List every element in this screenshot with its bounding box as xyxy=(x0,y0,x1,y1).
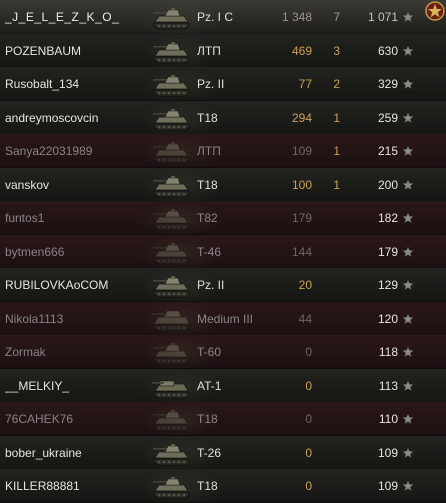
player-name: KILLER88881 xyxy=(5,479,80,493)
player-name: Sanya22031989 xyxy=(5,144,93,158)
star-icon xyxy=(402,279,414,291)
light-tank-icon xyxy=(153,142,190,164)
damage-value: 0 xyxy=(305,445,312,460)
player-row[interactable]: KILLER88881 T18 0 109 xyxy=(0,469,446,503)
player-row[interactable]: andreymoscovcin T18 294 1 259 xyxy=(0,100,446,135)
player-row[interactable]: vanskov T18 100 1 200 xyxy=(0,167,446,202)
player-row[interactable]: Rusobalt_134 Pz. II 77 2 329 xyxy=(0,67,446,101)
player-name: Nikola1113 xyxy=(5,311,64,326)
star-icon xyxy=(402,346,414,358)
player-name: __MELKIY_ xyxy=(5,378,70,393)
star-icon xyxy=(402,446,414,458)
experience-value: 329 xyxy=(377,77,398,91)
kills-value: 1 xyxy=(333,110,340,125)
player-name: RUBILOVKAoCOM xyxy=(5,278,109,292)
experience-value: 110 xyxy=(378,412,398,426)
damage-value: 0 xyxy=(305,345,312,359)
kills-value: 7 xyxy=(333,10,340,24)
light-tank-icon xyxy=(153,8,190,30)
at-tank-icon xyxy=(152,380,190,398)
damage-value: 0 xyxy=(305,479,312,493)
player-name: andreymoscovcin xyxy=(5,110,99,125)
experience-value: 113 xyxy=(378,378,398,393)
experience-value: 182 xyxy=(377,211,398,225)
light-tank-icon xyxy=(153,41,190,63)
player-row[interactable]: Zormak T-60 0 118 xyxy=(0,335,446,369)
player-name: vanskov xyxy=(5,177,50,192)
player-row[interactable]: 76CAHEK76 T18 0 110 xyxy=(0,402,446,436)
star-icon xyxy=(402,178,414,190)
light-tank-icon xyxy=(153,443,190,465)
star-icon xyxy=(402,480,414,492)
experience-value: 118 xyxy=(378,345,398,359)
experience-value: 1 071 xyxy=(367,10,398,24)
experience-value: 109 xyxy=(377,479,398,493)
damage-value: 0 xyxy=(305,412,312,426)
player-name: POZENBAUM xyxy=(5,43,82,58)
light-tank-icon xyxy=(153,175,190,197)
star-icon xyxy=(402,379,414,391)
player-row[interactable]: funtos1 T82 179 182 xyxy=(0,201,446,235)
experience-value: 129 xyxy=(377,278,398,292)
kills-value: 2 xyxy=(333,77,340,91)
kills-value: 3 xyxy=(333,43,340,58)
player-name: Rusobalt_134 xyxy=(5,77,80,91)
player-name: 76CAHEK76 xyxy=(5,412,74,426)
star-icon xyxy=(402,11,414,23)
damage-value: 44 xyxy=(298,311,312,326)
light-tank-icon xyxy=(153,276,190,298)
light-tank-icon xyxy=(153,108,190,130)
star-icon xyxy=(402,212,414,224)
experience-value: 259 xyxy=(377,110,398,125)
player-name: bytmen666 xyxy=(5,244,65,259)
player-row[interactable]: Nikola1113 Medium III 44 120 xyxy=(0,301,446,336)
damage-value: 0 xyxy=(305,378,312,393)
player-row[interactable]: POZENBAUM ЛТП 469 3 630 xyxy=(0,33,446,68)
star-icon xyxy=(402,78,414,90)
player-name: Zormak xyxy=(5,345,46,359)
star-icon xyxy=(402,44,414,56)
star-icon xyxy=(402,245,414,257)
kills-value: 1 xyxy=(333,144,340,158)
team-results-table: _J_E_L_E_Z_K_O_ Pz. I C1 348 7 1 071 POZENBA… xyxy=(0,0,446,503)
player-name: _J_E_L_E_Z_K_O_ xyxy=(5,10,120,24)
star-icon xyxy=(402,312,414,324)
light-tank-icon xyxy=(153,410,190,432)
experience-value: 200 xyxy=(377,177,398,192)
player-name: funtos1 xyxy=(5,211,45,225)
light-tank-icon xyxy=(153,75,190,97)
light-tank-icon xyxy=(153,343,190,365)
star-icon xyxy=(402,413,414,425)
medium-tank-icon xyxy=(152,310,190,331)
player-row[interactable]: __MELKIY_ AT-1 0 113 xyxy=(0,368,446,403)
player-row[interactable]: bober_ukraine T-26 0 109 xyxy=(0,435,446,470)
player-row[interactable]: _J_E_L_E_Z_K_O_ Pz. I C1 348 7 1 071 xyxy=(0,0,446,34)
star-icon xyxy=(402,111,414,123)
medal-icon xyxy=(425,1,445,21)
light-tank-icon xyxy=(153,209,190,231)
player-row[interactable]: RUBILOVKAoCOM Pz. II 20 129 xyxy=(0,268,446,302)
light-tank-icon xyxy=(153,242,190,264)
experience-value: 179 xyxy=(377,244,398,259)
star-icon xyxy=(402,145,414,157)
experience-value: 215 xyxy=(377,144,398,158)
player-row[interactable]: bytmen666 T-46 144 179 xyxy=(0,234,446,269)
experience-value: 630 xyxy=(377,43,398,58)
experience-value: 120 xyxy=(377,311,398,326)
player-row[interactable]: Sanya22031989 ЛТП 109 1 215 xyxy=(0,134,446,168)
player-name: bober_ukraine xyxy=(5,445,82,460)
damage-value: 20 xyxy=(298,278,312,292)
damage-value: 179 xyxy=(291,211,312,225)
light-tank-icon xyxy=(153,477,190,499)
kills-value: 1 xyxy=(333,177,340,192)
damage-value: 144 xyxy=(291,244,312,259)
experience-value: 109 xyxy=(377,445,398,460)
